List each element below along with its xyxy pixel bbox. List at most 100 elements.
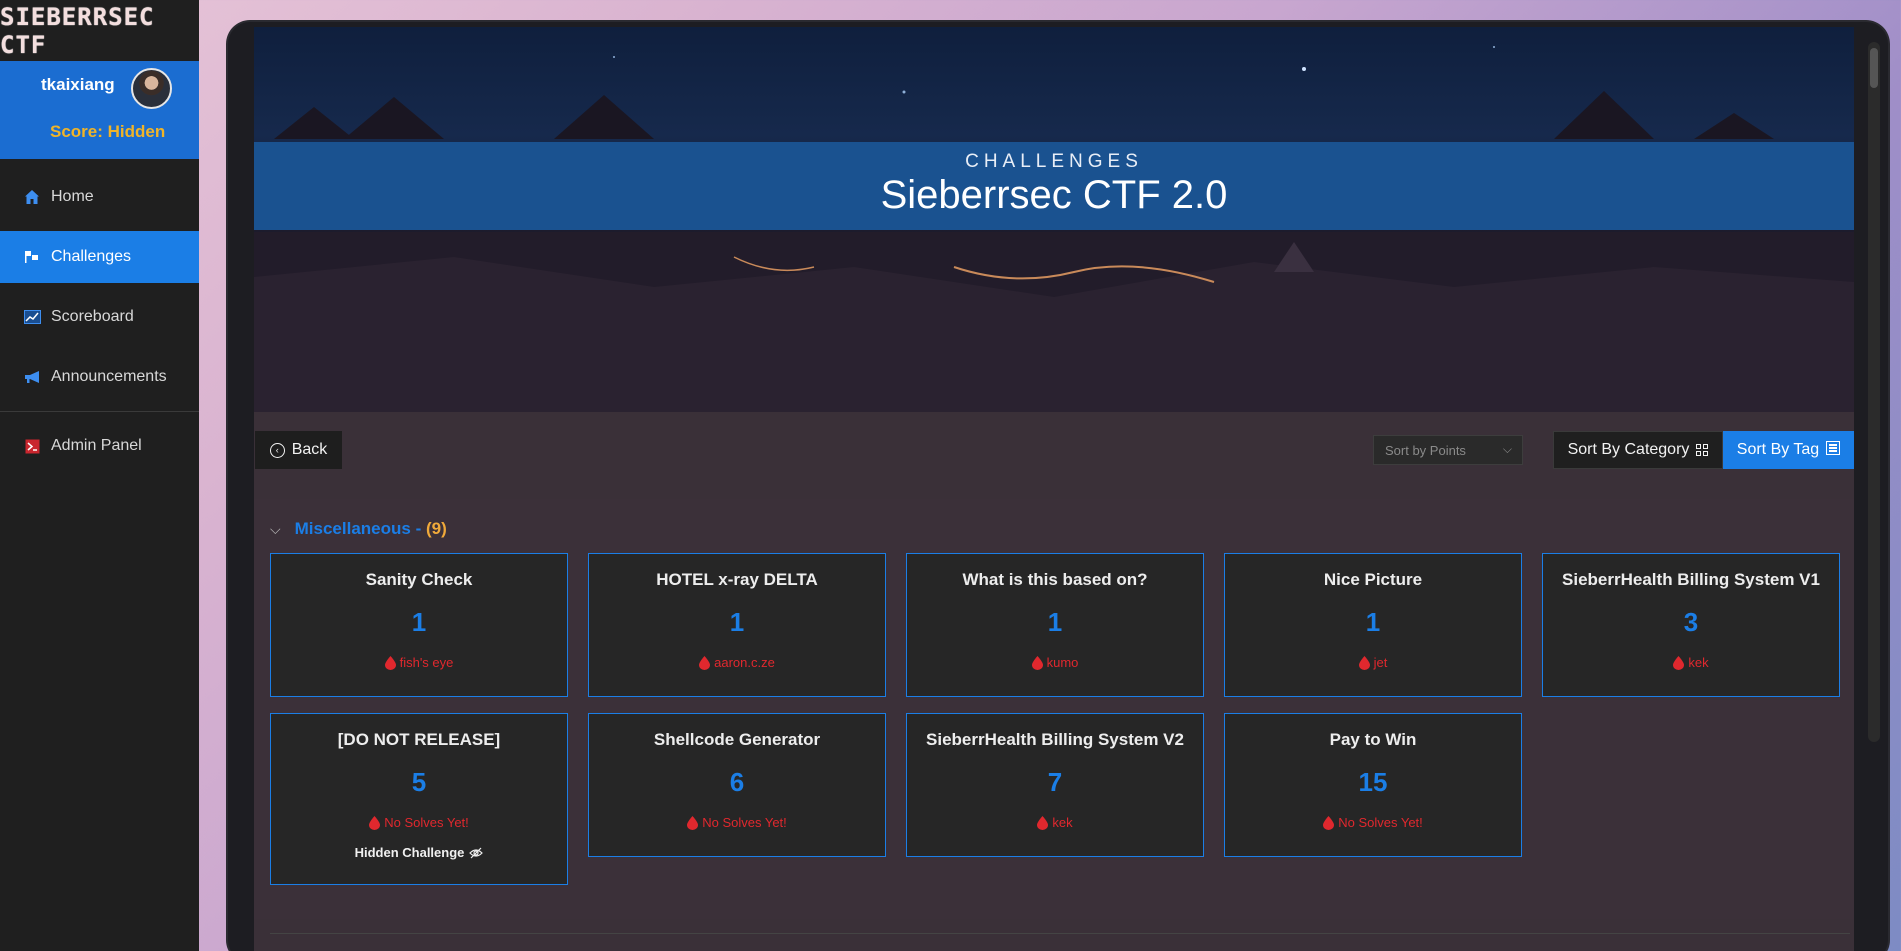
chevron-down-icon: ⌵ bbox=[1502, 442, 1512, 456]
hidden-challenge-label: Hidden Challenge bbox=[354, 845, 465, 860]
user-score: Score: Hidden bbox=[50, 122, 165, 142]
sort-by-tag-label: Sort By Tag bbox=[1736, 441, 1820, 458]
first-blood: jet bbox=[1225, 655, 1521, 670]
challenge-points: 7 bbox=[1047, 767, 1063, 797]
blood-drop-icon bbox=[384, 655, 396, 670]
blood-drop-icon bbox=[1673, 655, 1685, 670]
first-blood-name: aaron.c.ze bbox=[714, 655, 775, 670]
challenge-title: SieberrHealth Billing System V1 bbox=[1562, 570, 1820, 589]
sidebar-nav: Home Challenges Scoreboard Announcements bbox=[0, 171, 199, 472]
sort-by-tag-button[interactable]: Sort By Tag bbox=[1723, 431, 1854, 469]
scrollbar[interactable] bbox=[1868, 42, 1880, 742]
first-blood: kek bbox=[1543, 655, 1839, 670]
challenge-points: 1 bbox=[729, 607, 745, 637]
challenge-title: Nice Picture bbox=[1323, 570, 1423, 589]
challenge-card[interactable]: SieberrHealth Billing System V1 3 kek bbox=[1542, 553, 1840, 697]
first-blood: No Solves Yet! bbox=[589, 815, 885, 830]
back-button[interactable]: ‹ Back bbox=[255, 431, 342, 469]
eye-slash-icon bbox=[469, 847, 484, 858]
avatar[interactable] bbox=[131, 68, 172, 109]
user-panel: tkaixiang Score: Hidden bbox=[0, 61, 199, 159]
megaphone-icon bbox=[23, 369, 41, 385]
challenge-card[interactable]: What is this based on? 1 kumo bbox=[906, 553, 1204, 697]
sidebar-item-label: Challenges bbox=[51, 248, 132, 265]
challenge-title: HOTEL x-ray DELTA bbox=[656, 570, 818, 589]
next-category-divider bbox=[270, 933, 1850, 934]
back-arrow-icon: ‹ bbox=[269, 442, 285, 458]
challenge-points: 15 bbox=[1358, 767, 1388, 797]
sidebar-item-challenges[interactable]: Challenges bbox=[0, 231, 199, 283]
first-blood-name: kek bbox=[1688, 655, 1709, 670]
app-logo[interactable]: SIEBERRSEC CTF bbox=[0, 0, 199, 61]
challenge-card[interactable]: Shellcode Generator 6 No Solves Yet! bbox=[588, 713, 886, 857]
chevron-down-icon: ⌵ bbox=[270, 520, 281, 537]
challenge-card[interactable]: Sanity Check 1 fish's eye bbox=[270, 553, 568, 697]
challenge-title: [DO NOT RELEASE] bbox=[337, 730, 501, 749]
category-count: (9) bbox=[425, 519, 447, 538]
blood-drop-icon bbox=[1358, 655, 1370, 670]
sort-placeholder: Sort by Points bbox=[1385, 442, 1466, 458]
sidebar-item-label: Scoreboard bbox=[51, 308, 134, 325]
main-content: CHALLENGES Sieberrsec CTF 2.0 ‹ Back Sor… bbox=[254, 27, 1854, 951]
first-blood: kek bbox=[907, 815, 1203, 830]
challenge-points: 3 bbox=[1683, 607, 1699, 637]
first-blood-name: kek bbox=[1052, 815, 1073, 830]
first-blood: kumo bbox=[907, 655, 1203, 670]
blood-drop-icon bbox=[1031, 655, 1043, 670]
challenge-card[interactable]: SieberrHealth Billing System V2 7 kek bbox=[906, 713, 1204, 857]
sidebar-item-label: Announcements bbox=[51, 368, 167, 385]
blood-drop-icon bbox=[699, 655, 711, 670]
challenge-card[interactable]: HOTEL x-ray DELTA 1 aaron.c.ze bbox=[588, 553, 886, 697]
nav-divider bbox=[0, 411, 199, 412]
hidden-challenge-badge: Hidden Challenge bbox=[271, 845, 567, 860]
category-separator: - bbox=[410, 519, 426, 538]
tag-grid-icon bbox=[1826, 440, 1841, 460]
sort-by-category-label: Sort By Category bbox=[1567, 441, 1690, 458]
challenge-title: Sanity Check bbox=[365, 570, 473, 589]
sort-by-category-button[interactable]: Sort By Category bbox=[1553, 431, 1723, 469]
first-blood-name: No Solves Yet! bbox=[702, 815, 787, 830]
back-label: Back bbox=[291, 441, 328, 458]
challenge-points: 1 bbox=[1365, 607, 1381, 637]
challenge-card[interactable]: Pay to Win 15 No Solves Yet! bbox=[1224, 713, 1522, 857]
sidebar-item-label: Home bbox=[51, 188, 94, 205]
scroll-thumb[interactable] bbox=[1870, 48, 1878, 88]
challenge-title: Pay to Win bbox=[1329, 730, 1417, 749]
challenge-card[interactable]: [DO NOT RELEASE] 5 No Solves Yet! Hidden… bbox=[270, 713, 568, 885]
score-value: Hidden bbox=[107, 122, 166, 141]
username[interactable]: tkaixiang bbox=[41, 75, 115, 95]
challenge-title: What is this based on? bbox=[962, 570, 1148, 589]
challenge-points: 1 bbox=[411, 607, 427, 637]
first-blood: aaron.c.ze bbox=[589, 655, 885, 670]
first-blood: No Solves Yet! bbox=[271, 815, 567, 830]
sidebar-item-label: Admin Panel bbox=[51, 437, 142, 454]
sort-select[interactable]: Sort by Points ⌵ bbox=[1373, 435, 1523, 465]
score-label: Score: bbox=[50, 122, 103, 141]
first-blood-name: kumo bbox=[1046, 655, 1079, 670]
page-title: Sieberrsec CTF 2.0 bbox=[880, 173, 1228, 217]
home-icon bbox=[23, 189, 41, 205]
sidebar: SIEBERRSEC CTF tkaixiang Score: Hidden H… bbox=[0, 0, 199, 951]
blood-drop-icon bbox=[1323, 815, 1335, 830]
blood-drop-icon bbox=[1037, 815, 1049, 830]
blood-drop-icon bbox=[369, 815, 381, 830]
banner-subtitle: CHALLENGES bbox=[965, 151, 1143, 172]
challenge-points: 1 bbox=[1047, 607, 1063, 637]
terminal-icon bbox=[23, 438, 41, 454]
sidebar-item-home[interactable]: Home bbox=[0, 171, 199, 223]
sidebar-item-announcements[interactable]: Announcements bbox=[0, 351, 199, 403]
sidebar-item-admin-panel[interactable]: Admin Panel bbox=[0, 420, 199, 472]
challenge-points: 6 bbox=[729, 767, 745, 797]
first-blood-name: No Solves Yet! bbox=[384, 815, 469, 830]
challenge-card[interactable]: Nice Picture 1 jet bbox=[1224, 553, 1522, 697]
blood-drop-icon bbox=[687, 815, 699, 830]
chart-icon bbox=[23, 309, 41, 325]
category-header[interactable]: ⌵ Miscellaneous - (9) bbox=[270, 517, 447, 541]
challenge-title: Shellcode Generator bbox=[653, 730, 821, 749]
first-blood: fish's eye bbox=[271, 655, 567, 670]
first-blood-name: fish's eye bbox=[399, 655, 454, 670]
category-name: Miscellaneous bbox=[294, 519, 411, 538]
sidebar-item-scoreboard[interactable]: Scoreboard bbox=[0, 291, 199, 343]
first-blood-name: No Solves Yet! bbox=[1338, 815, 1423, 830]
challenge-points: 5 bbox=[411, 767, 427, 797]
